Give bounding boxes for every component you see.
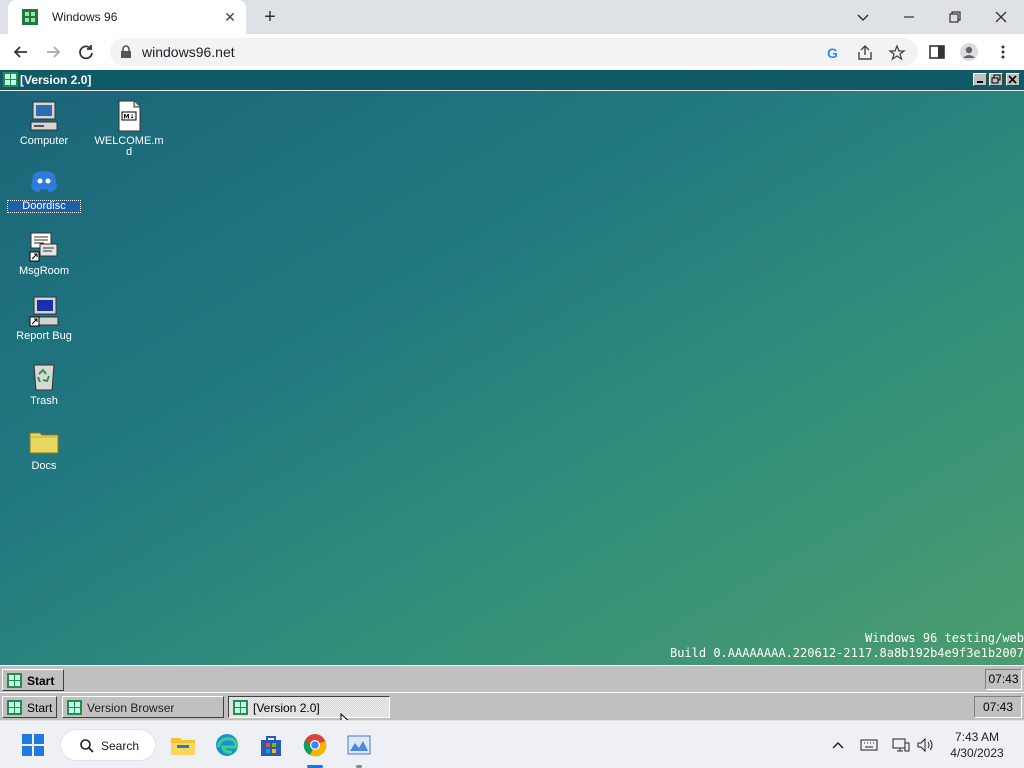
os-taskbar: Search 7:43 AM 4/30/2023 [0,720,1024,768]
desktop-icon-trash[interactable]: Trash [8,360,80,410]
keyboard-icon[interactable] [859,735,879,755]
search-icon [80,739,94,753]
desktop-icon-label: Doordisc [7,200,81,213]
w96-window-titlebar[interactable]: [Version 2.0] [0,70,1024,91]
forward-arrow-icon[interactable] [42,41,64,63]
mouse-cursor-icon [340,713,349,720]
os-clock[interactable]: 7:43 AM 4/30/2023 [940,729,1014,761]
chrome-icon[interactable] [301,731,329,759]
w96-taskbar-bottom: Start Version Browser [Version 2.0] 07:4… [0,692,1024,720]
msgroom-icon [29,232,58,262]
w96-minimize-button[interactable] [973,73,987,86]
desktop-icon-label: Docs [31,460,57,472]
url-text: windows96.net [142,44,235,60]
edge-browser-icon[interactable] [213,731,241,759]
desktop-icon-label: WELCOME.md [94,135,164,158]
w96-taskbar-item-label: [Version 2.0] [253,701,320,715]
browser-toolbar: windows96.net G [0,34,1024,71]
back-arrow-icon[interactable] [10,41,32,63]
w96-taskbar-item-version-2[interactable]: [Version 2.0] [228,696,390,718]
w96-start-icon [7,673,22,688]
desktop-icon-label: Trash [30,395,58,407]
w96-close-button[interactable] [1006,73,1020,86]
w96-app-icon [67,700,82,715]
desktop-icon-label: MsgRoom [18,265,70,277]
w96-start-button[interactable]: Start [2,669,64,691]
w96-close-icon [1008,75,1017,84]
new-tab-button[interactable]: + [259,6,281,28]
address-bar[interactable]: windows96.net G [110,38,918,66]
tab-title: Windows 96 [52,10,118,24]
w96-start-button-2[interactable]: Start [2,696,57,718]
w96-app-icon [233,700,248,715]
desktop-icon-docs[interactable]: Docs [8,425,80,475]
markdown-badge: M↓ [124,114,135,121]
google-lens-icon[interactable]: G [824,44,842,62]
windows96-favicon-icon [22,9,38,25]
w96-start-icon [7,700,22,715]
w96-app-icon [3,72,18,87]
w96-restore-icon [991,74,1001,84]
w96-taskbar-top: Start 07:43 [0,665,1024,692]
desktop-icon-doordisc[interactable]: Doordisc [7,165,81,215]
w96-start-label: Start [27,701,53,715]
os-search-label: Search [101,739,140,753]
desktop-icon-label: Computer [19,135,69,147]
trash-icon [33,364,55,391]
svg-text:G: G [827,45,838,61]
w96-taskbar-item-version-browser[interactable]: Version Browser [62,696,224,718]
w96-clock-2: 07:43 [974,696,1022,718]
folder-icon [29,432,59,454]
minimize-window-icon[interactable] [898,6,920,28]
share-icon[interactable] [856,44,874,62]
restore-window-icon[interactable] [944,6,966,28]
os-search-box[interactable]: Search [60,729,156,761]
w96-maximize-button[interactable] [989,73,1003,86]
tab-search-chevron-icon[interactable] [852,6,874,28]
reload-icon[interactable] [75,41,97,63]
network-icon[interactable] [891,735,911,755]
windows-start-icon[interactable] [19,731,47,759]
browser-tab[interactable]: Windows 96 ✕ [8,0,246,34]
windows96-desktop[interactable]: [Version 2.0] Computer M↓ WELCOME.md Doo… [0,70,1024,720]
w96-window-title: [Version 2.0] [20,73,92,87]
volume-icon[interactable] [915,735,935,755]
close-window-icon[interactable] [990,6,1012,28]
side-panel-icon[interactable] [928,43,946,61]
bookmark-star-icon[interactable] [888,44,906,62]
report-bug-icon [29,296,59,327]
markdown-file-icon: M↓ [118,100,141,132]
lock-icon[interactable] [120,45,132,59]
close-tab-icon[interactable]: ✕ [222,9,238,25]
desktop-icon-welcome-md[interactable]: M↓ WELCOME.md [93,100,165,160]
desktop-icon-msgroom[interactable]: MsgRoom [8,230,80,280]
profile-avatar-icon[interactable] [959,42,979,62]
os-date: 4/30/2023 [950,746,1004,760]
more-menu-icon[interactable] [994,43,1012,61]
os-time: 7:43 AM [954,730,1000,744]
build-info-line-2: Build 0.AAAAAAAA.220612-2117.8a8b192b4e9… [669,646,1024,660]
w96-minimize-icon [977,81,983,83]
microsoft-store-icon[interactable] [257,731,285,759]
browser-tab-strip: Windows 96 ✕ + [0,0,1024,34]
discord-icon [31,170,57,192]
build-info-line-1: Windows 96 testing/web [865,631,1024,645]
w96-start-label: Start [27,674,55,688]
computer-icon [30,101,58,131]
w96-taskbar-item-label: Version Browser [87,701,175,715]
file-explorer-icon[interactable] [169,731,197,759]
build-info: Windows 96 testing/web Build 0.AAAAAAAA.… [670,631,1024,661]
desktop-icon-label: Report Bug [16,330,72,342]
desktop-icon-computer[interactable]: Computer [8,100,80,150]
photos-app-icon[interactable] [345,731,373,759]
desktop-icon-report-bug[interactable]: Report Bug [8,295,80,345]
w96-clock: 07:43 [985,669,1022,690]
show-hidden-icons-chevron-icon[interactable] [828,735,848,755]
